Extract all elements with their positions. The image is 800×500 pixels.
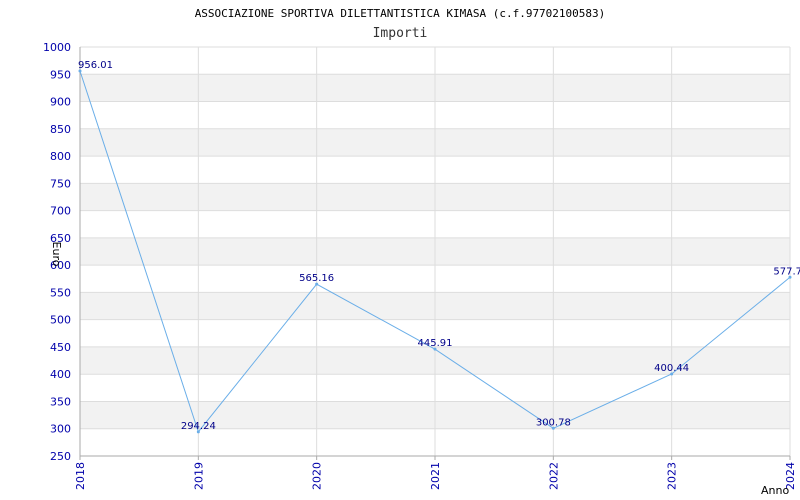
data-label: 300.78	[536, 417, 571, 428]
data-label: 445.91	[418, 338, 453, 349]
chart-title: ASSOCIAZIONE SPORTIVA DILETTANTISTICA KI…	[195, 7, 606, 20]
y-tick-label: 350	[50, 395, 71, 408]
y-tick-label: 400	[50, 368, 71, 381]
y-tick-label: 800	[50, 150, 71, 163]
x-axis-label: Anno	[761, 484, 789, 497]
y-tick-label: 300	[50, 423, 71, 436]
data-label: 956.01	[78, 60, 113, 71]
x-tick-label: 2019	[192, 462, 205, 490]
data-label: 577.7	[773, 266, 800, 277]
x-tick-label: 2021	[429, 462, 442, 490]
y-tick-label: 950	[50, 68, 71, 81]
chart: 2503003504004505005506006507007508008509…	[43, 7, 800, 497]
y-tick-label: 700	[50, 205, 71, 218]
x-tick-label: 2018	[74, 462, 87, 490]
data-label: 294.24	[181, 421, 216, 432]
x-tick-labels: 2018 2019 2020 2021 2022 2023 2024	[74, 462, 797, 490]
y-tick-label: 1000	[43, 41, 71, 54]
x-tick-label: 2020	[311, 462, 324, 490]
y-tick-label: 900	[50, 96, 71, 109]
y-tick-label: 250	[50, 450, 71, 463]
y-tick-label: 450	[50, 341, 71, 354]
x-tick-label: 2023	[666, 462, 679, 490]
data-label: 400.44	[654, 363, 689, 374]
y-tick-label: 850	[50, 123, 71, 136]
data-label: 565.16	[299, 273, 334, 284]
y-tick-label: 750	[50, 177, 71, 190]
y-tick-label: 500	[50, 314, 71, 327]
x-tick-label: 2022	[547, 462, 560, 490]
chart-subtitle: Importi	[373, 26, 428, 41]
y-tick-label: 550	[50, 286, 71, 299]
y-axis-label: Euro	[50, 242, 63, 267]
